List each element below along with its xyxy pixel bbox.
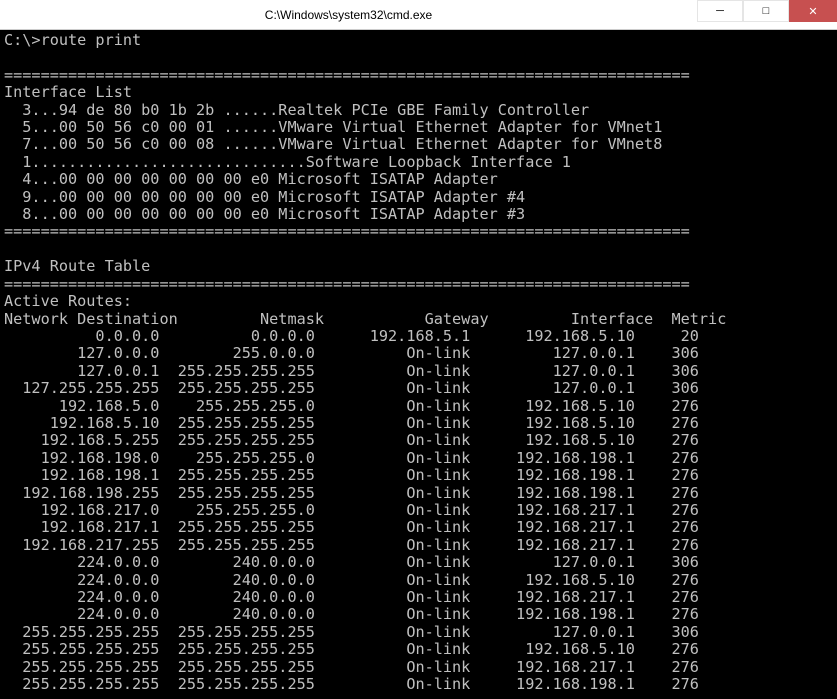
terminal-output[interactable]: C:\>route print ========================… [0, 30, 837, 699]
maximize-button[interactable]: □ [743, 0, 789, 22]
window-controls: ─ □ ✕ [697, 0, 837, 29]
minimize-button[interactable]: ─ [697, 0, 743, 22]
cmd-window: C:\Windows\system32\cmd.exe ─ □ ✕ C:\>ro… [0, 0, 837, 699]
titlebar[interactable]: C:\Windows\system32\cmd.exe ─ □ ✕ [0, 0, 837, 30]
close-button[interactable]: ✕ [789, 0, 837, 22]
window-title: C:\Windows\system32\cmd.exe [0, 8, 697, 22]
